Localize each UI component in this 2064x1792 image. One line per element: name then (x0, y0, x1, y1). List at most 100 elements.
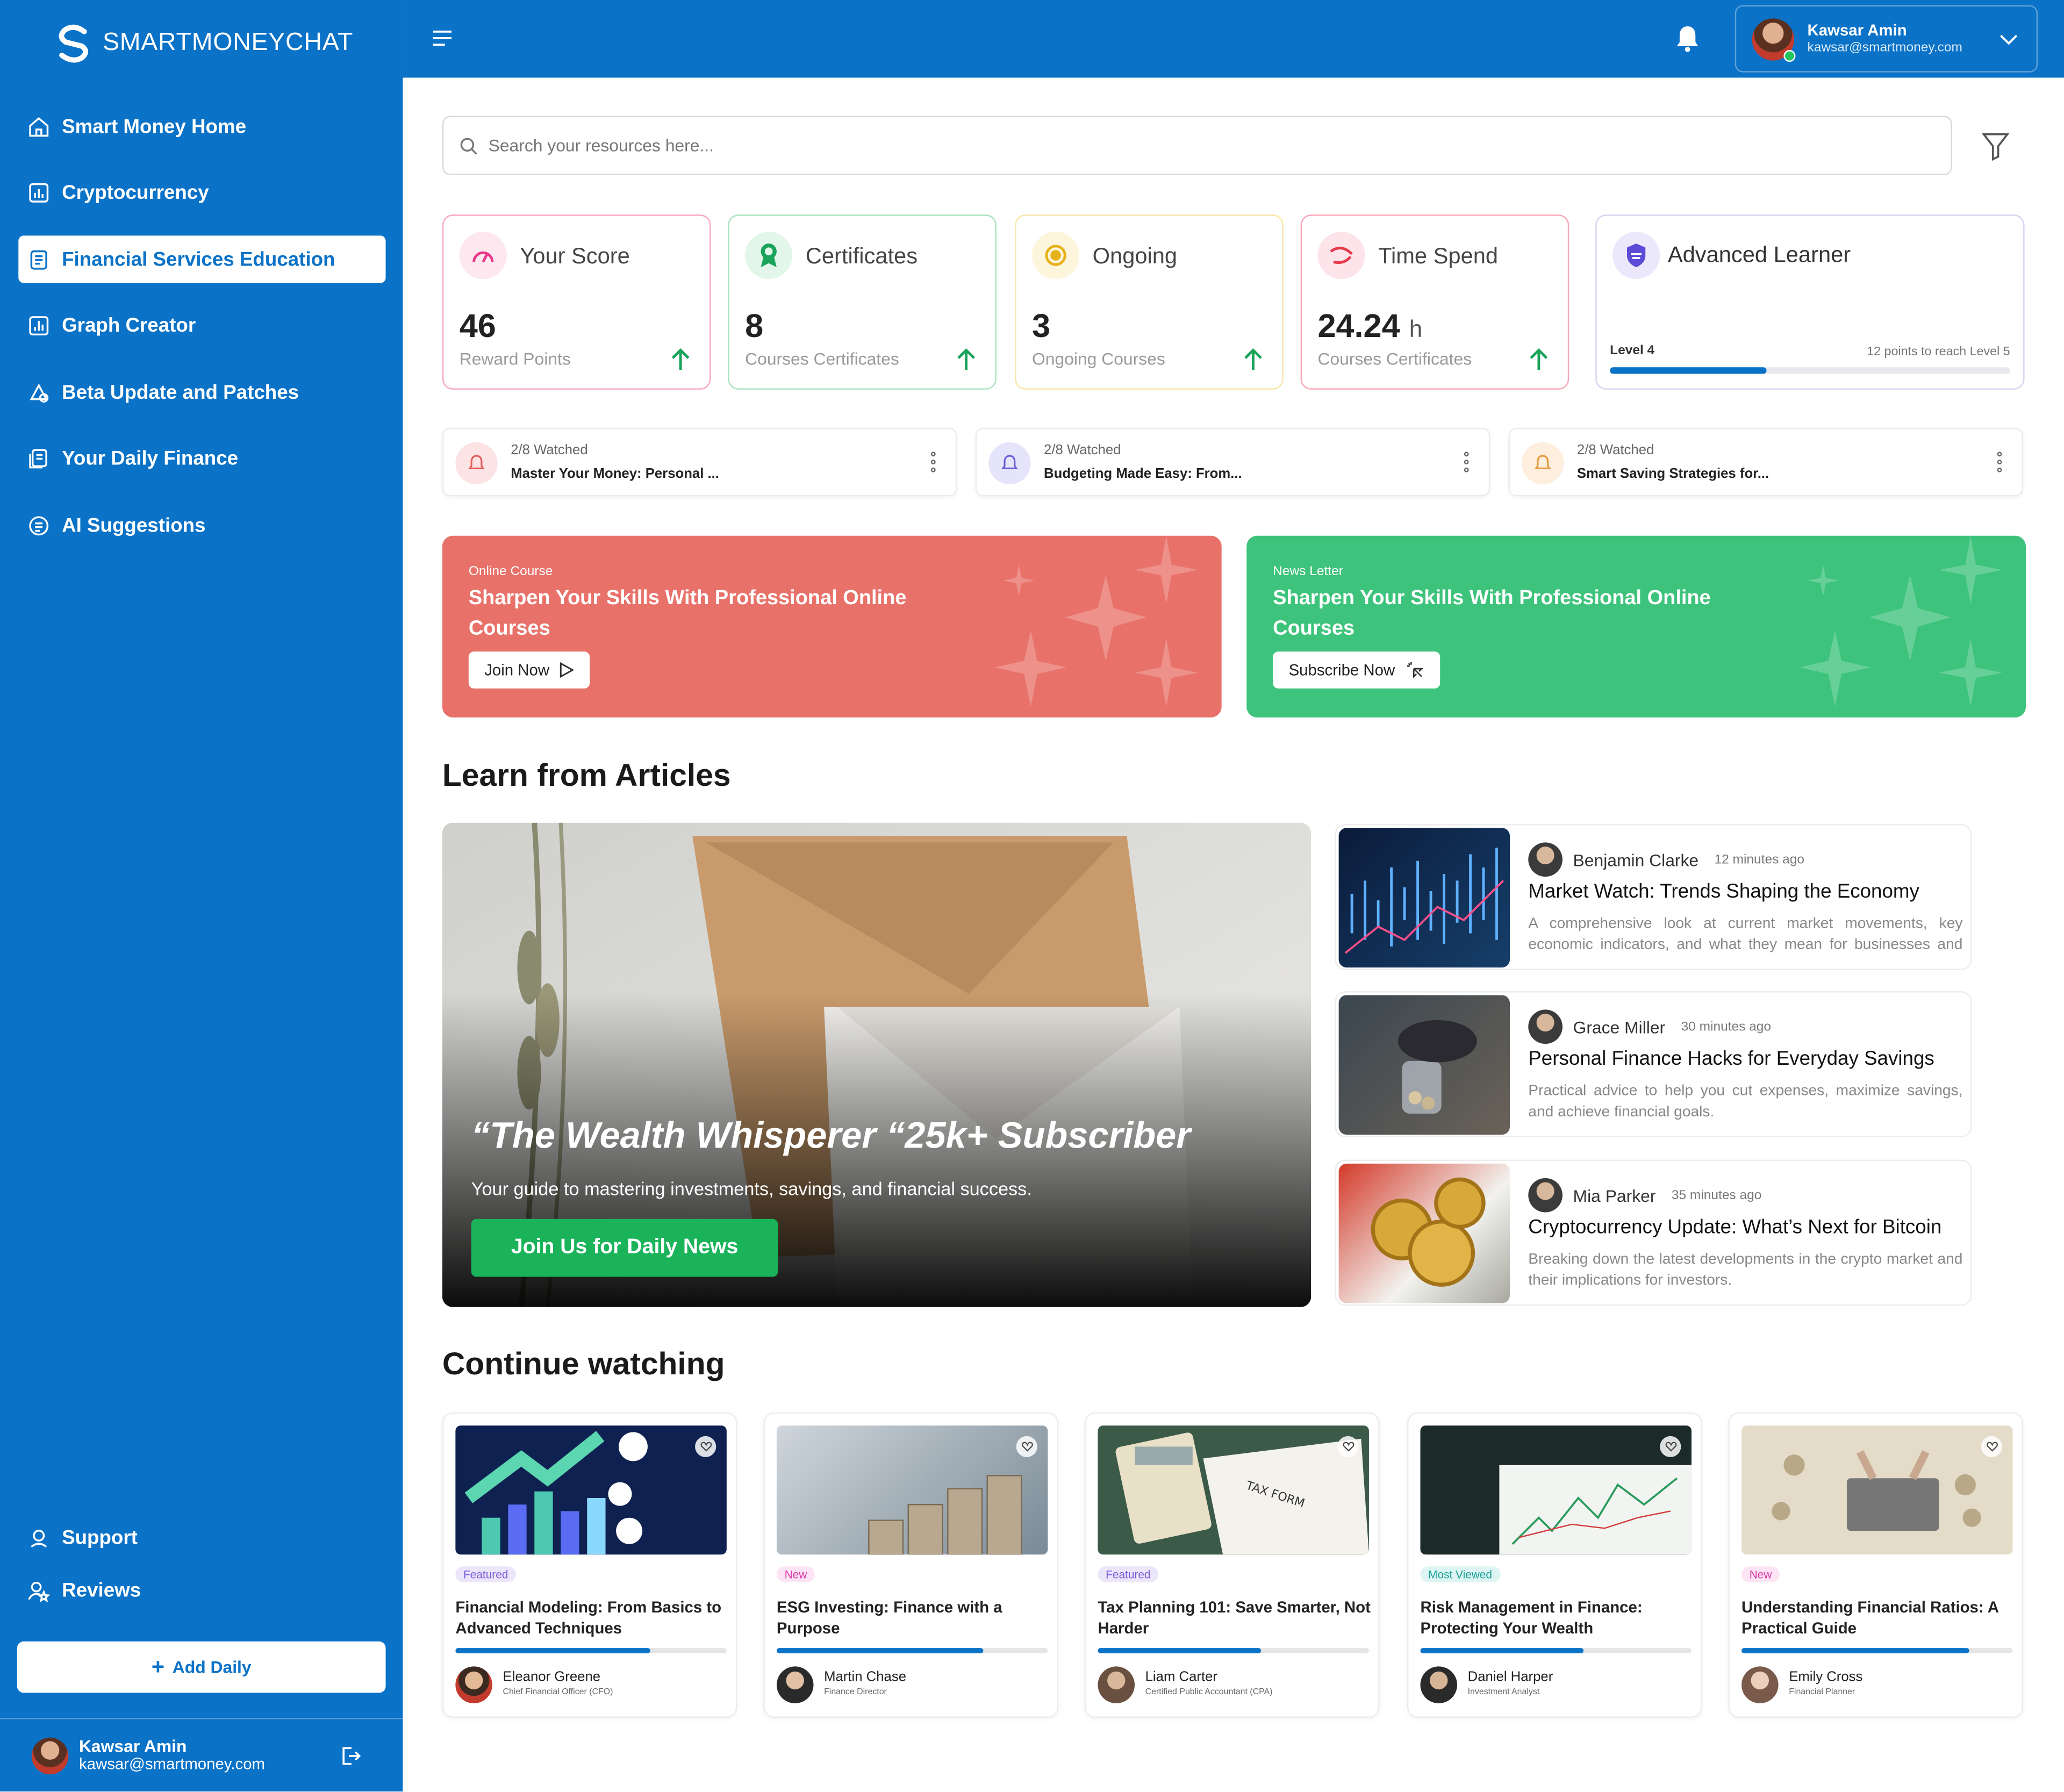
level-current: Level 4 (1610, 343, 1655, 359)
article-card[interactable]: Benjamin Clarke 12 minutes ago Market Wat… (1335, 824, 1972, 970)
sidebar-item-support[interactable]: Support (18, 1514, 385, 1561)
course-instructor: Eleanor Greene Chief Financial Officer (C… (455, 1666, 613, 1704)
course-card[interactable]: Featured Financial Modeling: From Basics… (442, 1412, 737, 1718)
course-card[interactable]: TAX FORM Featured Tax Planning 101: Save… (1084, 1412, 1380, 1718)
heart-icon[interactable] (1981, 1436, 2002, 1458)
course-instructor: Emily Cross Financial Planner (1742, 1666, 1862, 1704)
article-card[interactable]: Grace Miller 30 minutes ago Personal Fina… (1335, 991, 1972, 1137)
sidebar-item-cryptocurrency[interactable]: Cryptocurrency (18, 169, 385, 217)
course-progress-bar (776, 1648, 1048, 1653)
finance-icon (26, 447, 50, 470)
course-instructor: Martin Chase Finance Director (776, 1666, 906, 1704)
sidebar-item-financial-services-education[interactable]: Financial Services Education (18, 235, 386, 283)
more-vertical-icon[interactable] (930, 451, 936, 472)
article-title: Cryptocurrency Update: What’s Next for B… (1528, 1216, 1942, 1239)
article-description: A comprehensive look at current market m… (1528, 916, 1963, 954)
watch-title: Budgeting Made Easy: From... (1044, 465, 1242, 482)
sidebar-item-label: Support (62, 1526, 138, 1549)
course-badge: Featured (1098, 1566, 1159, 1582)
arrow-up-icon (1244, 348, 1262, 370)
stat-title: Your Score (520, 243, 630, 269)
level-next: 12 points to reach Level 5 (1867, 345, 2010, 360)
chevron-down-icon[interactable] (2000, 32, 2018, 47)
join-now-label: Join Now (484, 661, 550, 679)
logout-icon[interactable] (340, 1745, 361, 1766)
course-badge: New (776, 1566, 815, 1582)
user-email: kawsar@smartmoney.com (1807, 40, 1962, 55)
stat-card-ongoing: Ongoing 3 Ongoing Courses (1015, 214, 1284, 390)
article-author: Mia Parker 35 minutes ago (1528, 1178, 1761, 1213)
cursor-click-icon (1407, 662, 1423, 679)
course-title: Risk Management in Finance: Protecting Y… (1420, 1598, 1643, 1638)
more-vertical-icon[interactable] (1997, 451, 2002, 472)
sidebar-item-label: Your Daily Finance (62, 447, 239, 470)
subscribe-now-button[interactable]: Subscribe Now (1273, 651, 1440, 689)
logo[interactable]: SMARTMONEYCHAT (55, 24, 353, 63)
hero-article[interactable]: “The Wealth Whisperer “25k+ Subscriber Y… (442, 822, 1312, 1307)
heart-icon[interactable] (1660, 1436, 1681, 1458)
time-icon (1317, 232, 1365, 279)
stat-card-time-spend: Time Spend 24.24 h Courses Certificates (1300, 214, 1570, 390)
search-input[interactable] (488, 135, 1805, 155)
arrow-up-icon (957, 348, 975, 370)
avatar (1528, 1009, 1563, 1044)
add-daily-label: Add Daily (172, 1657, 252, 1678)
join-daily-news-button[interactable]: Join Us for Daily News (471, 1218, 778, 1277)
stat-value: 24.24 h (1317, 308, 1423, 345)
online-indicator (1783, 49, 1796, 61)
bell-icon[interactable] (1674, 24, 1701, 53)
sidebar-item-reviews[interactable]: Reviews (18, 1566, 385, 1614)
heart-icon[interactable] (695, 1436, 716, 1458)
sidebar-nav: Smart Money Home Cryptocurrency Financia… (18, 103, 386, 568)
sidebar: SMARTMONEYCHAT Smart Money Home Cryptocu… (0, 0, 403, 1792)
subscribe-now-label: Subscribe Now (1288, 661, 1395, 679)
course-progress-bar (1098, 1648, 1369, 1653)
menu-icon[interactable] (432, 29, 453, 47)
laptop-desk-image (1742, 1425, 2013, 1555)
avatar (1528, 1178, 1563, 1213)
sidebar-item-ai-suggestions[interactable]: AI Suggestions (18, 501, 385, 549)
banner-newsletter: News Letter Sharpen Your Skills With Pro… (1246, 535, 2026, 718)
add-daily-button[interactable]: + Add Daily (17, 1641, 386, 1693)
join-now-button[interactable]: Join Now (468, 651, 591, 689)
article-card[interactable]: Mia Parker 35 minutes ago Cryptocurrency … (1335, 1159, 1972, 1306)
course-progress-fill (1742, 1648, 1969, 1653)
watch-item[interactable]: 2/8 Watched Smart Saving Strategies for.… (1508, 427, 2024, 497)
stat-subtitle: Courses Certificates (745, 348, 899, 369)
stat-title: Time Spend (1378, 243, 1499, 269)
coin-stacks-image (776, 1425, 1048, 1555)
stat-value: 8 (745, 308, 764, 345)
sidebar-item-graph-creator[interactable]: Graph Creator (18, 302, 385, 349)
user-menu[interactable]: Kawsar Amin kawsar@smartmoney.com (1735, 5, 2038, 73)
sidebar-item-label: Reviews (62, 1579, 141, 1602)
growth-chart-image (455, 1425, 727, 1555)
watch-item[interactable]: 2/8 Watched Budgeting Made Easy: From... (975, 427, 1490, 497)
course-card[interactable]: Most Viewed Risk Management in Finance: … (1407, 1412, 1702, 1718)
sidebar-item-label: Graph Creator (62, 314, 196, 337)
stat-title: Certificates (805, 243, 918, 269)
article-description: Practical advice to help you cut expense… (1528, 1083, 1963, 1121)
list-icon (26, 513, 50, 537)
course-progress-bar (455, 1648, 727, 1653)
sidebar-user: Kawsar Amin kawsar@smartmoney.com (0, 1717, 403, 1791)
bell-icon (1522, 442, 1564, 485)
course-title: ESG Investing: Finance with a Purpose (776, 1598, 1002, 1638)
sidebar-item-home[interactable]: Smart Money Home (18, 103, 385, 150)
course-card[interactable]: New ESG Investing: Finance with a Purpos… (763, 1412, 1058, 1718)
sidebar-user-email: kawsar@smartmoney.com (78, 1754, 266, 1773)
tax-form-image: TAX FORM (1098, 1425, 1369, 1555)
course-card[interactable]: New Understanding Financial Ratios: A Pr… (1728, 1412, 2024, 1718)
avatar (776, 1666, 814, 1704)
more-vertical-icon[interactable] (1464, 451, 1469, 472)
level-card: Advanced Learner Level 4 12 points to re… (1595, 214, 2025, 390)
sidebar-item-beta-update[interactable]: Beta Update and Patches (18, 369, 385, 416)
heart-icon[interactable] (1016, 1436, 1037, 1458)
sidebar-item-daily-finance[interactable]: Your Daily Finance (18, 435, 385, 482)
filter-icon[interactable] (1981, 130, 2010, 162)
banner-online-course: Online Course Sharpen Your Skills With P… (442, 535, 1222, 718)
heart-icon[interactable] (1337, 1436, 1359, 1458)
watch-item[interactable]: 2/8 Watched Master Your Money: Personal … (442, 427, 957, 497)
stat-subtitle: Ongoing Courses (1032, 348, 1165, 369)
stat-subtitle: Reward Points (459, 348, 571, 369)
arrow-up-icon (671, 348, 690, 370)
